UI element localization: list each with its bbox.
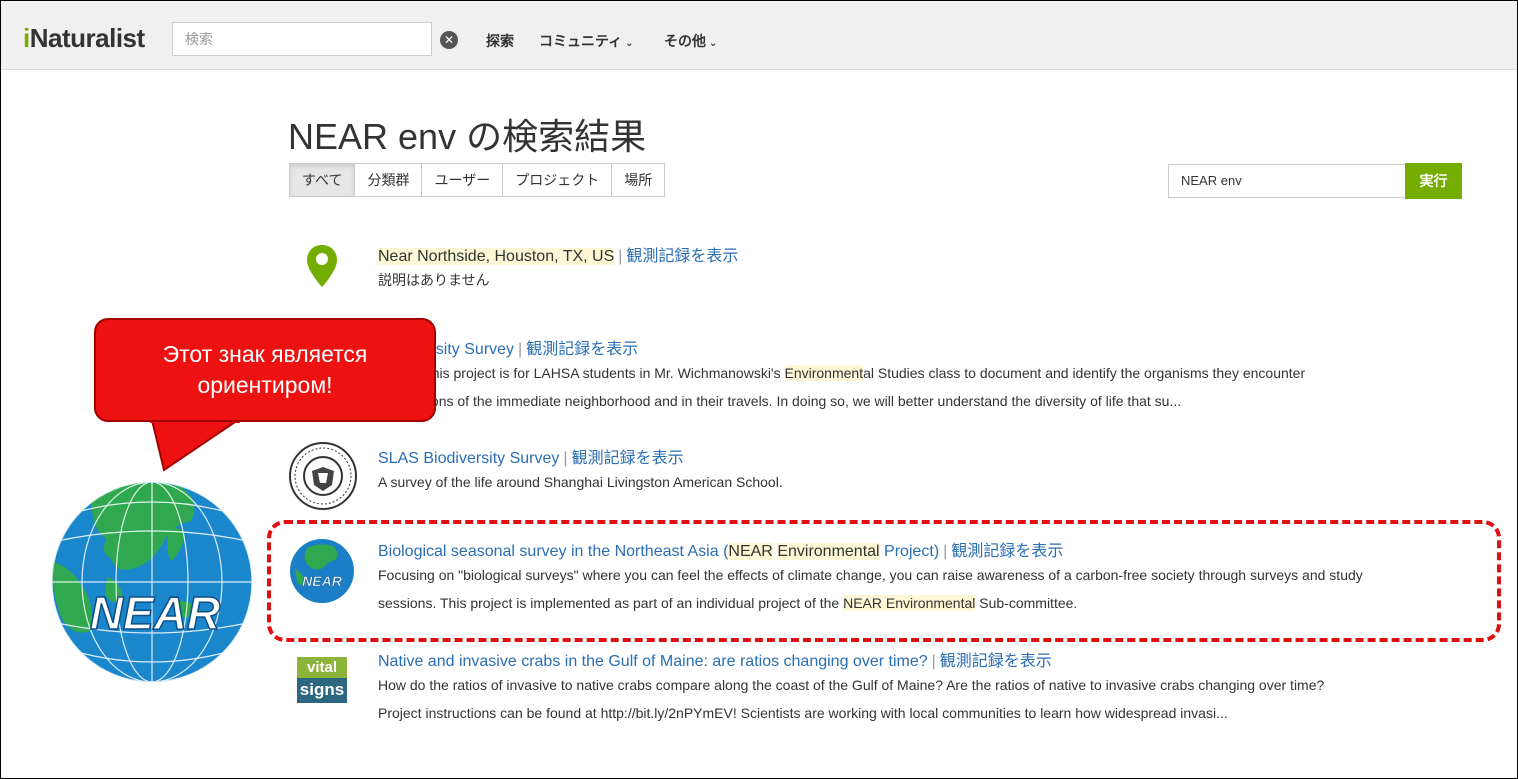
result-description: How do the ratios of invasive to native … <box>378 677 1325 693</box>
tab-places[interactable]: 場所 <box>611 163 666 197</box>
list-item: Native and invasive crabs in the Gulf of… <box>378 647 1324 727</box>
view-observations-link[interactable]: 観測記録を表示 <box>626 248 738 265</box>
chevron-down-icon: ⌄ <box>625 38 634 49</box>
svg-text:NEAR: NEAR <box>90 587 220 639</box>
top-navbar: iNaturalist 検索 ✕ 探索 コミュニティ ⌄ その他 ⌄ <box>1 1 1517 70</box>
school-seal-icon <box>289 442 357 510</box>
result-description-line2: explorations of the immediate neighborho… <box>378 393 1182 409</box>
result-title[interactable]: SLAS Biodiversity Survey <box>378 450 559 467</box>
chevron-down-icon: ⌄ <box>709 38 718 49</box>
header-search-input[interactable]: 検索 <box>172 22 432 56</box>
search-go-button[interactable]: 実行 <box>1405 163 1462 199</box>
callout-bubble: Этот знак является ориентиром! <box>94 318 436 422</box>
nav-community[interactable]: コミュニティ ⌄ <box>539 31 634 51</box>
highlight-dashed-box <box>267 520 1501 642</box>
near-globe-logo-large: NEAR <box>52 482 252 682</box>
result-description: pose of this project is for LAHSA studen… <box>378 365 1306 381</box>
nav-more[interactable]: その他 ⌄ <box>664 31 717 51</box>
result-title[interactable]: Near Northside, Houston, TX, US <box>378 248 615 265</box>
vital-signs-logo: vital signs <box>297 657 347 703</box>
page-title: NEAR env の検索結果 <box>288 116 647 157</box>
result-type-tabs: すべて 分類群 ユーザー プロジェクト 場所 <box>289 163 666 197</box>
result-description-line2: Project instructions can be found at htt… <box>378 705 1228 721</box>
list-item: SLAS Biodiversity Survey | 観測記録を表示 A surve… <box>378 444 783 496</box>
callout-tail <box>150 420 240 472</box>
result-description: A survey of the life around Shanghai Liv… <box>378 474 783 490</box>
clear-search-icon[interactable]: ✕ <box>440 31 458 49</box>
tab-users[interactable]: ユーザー <box>421 163 504 197</box>
inaturalist-logo[interactable]: iNaturalist <box>23 23 145 54</box>
tab-taxa[interactable]: 分類群 <box>354 163 423 197</box>
result-title[interactable]: Native and invasive crabs in the Gulf of… <box>378 653 928 670</box>
nav-explore[interactable]: 探索 <box>486 31 514 51</box>
list-item: Biodiversity Survey | 観測記録を表示 pose of this… <box>378 335 1305 415</box>
view-observations-link[interactable]: 観測記録を表示 <box>940 653 1052 670</box>
list-item: Near Northside, Houston, TX, US | 観測記録を表示 … <box>378 242 738 294</box>
map-pin-icon <box>307 245 337 287</box>
view-observations-link[interactable]: 観測記録を表示 <box>526 341 638 358</box>
tab-projects[interactable]: プロジェクト <box>502 163 613 197</box>
tab-all[interactable]: すべて <box>289 163 356 197</box>
result-description: 説明はありません <box>378 272 490 288</box>
view-observations-link[interactable]: 観測記録を表示 <box>572 450 684 467</box>
results-search-input[interactable]: NEAR env <box>1168 164 1406 198</box>
